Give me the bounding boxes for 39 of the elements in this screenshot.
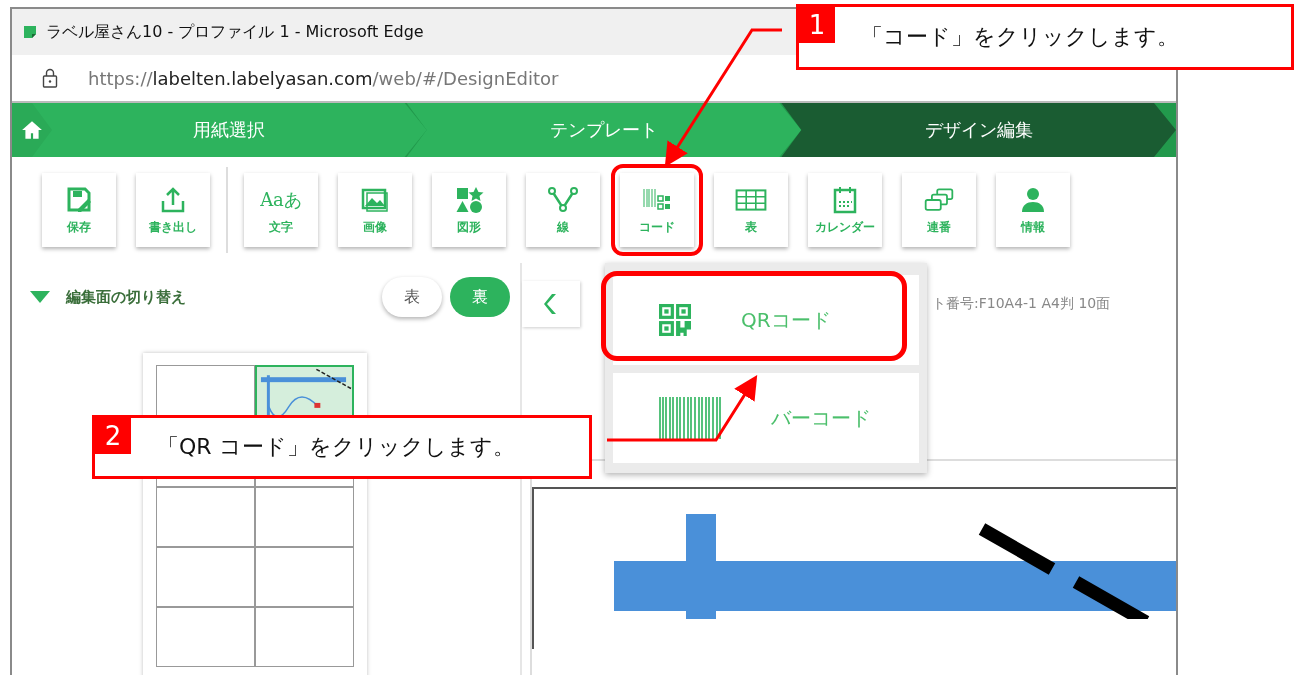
toolbar-button[interactable]: 情報	[996, 173, 1070, 247]
side-toggle[interactable]: 裏	[450, 277, 510, 317]
step-number: 2	[95, 418, 131, 454]
url-text: https://labelten.labelyasan.com/web/#/DesignEditor	[88, 67, 559, 89]
label-cell[interactable]	[255, 607, 354, 667]
toolbar-button[interactable]: Aaあ 文字	[244, 173, 318, 247]
panel-title: 編集面の切り替え	[66, 287, 187, 307]
window-title: ラベル屋さん10 - プロファイル 1 - Microsoft Edge	[46, 21, 424, 43]
label-cell[interactable]	[156, 487, 255, 547]
menu-item[interactable]: バーコード	[613, 373, 919, 463]
wizard-step[interactable]: テンプレート	[406, 103, 802, 157]
toolbar-button[interactable]: 線	[526, 173, 600, 247]
lock-icon	[42, 68, 58, 88]
toolbar-button[interactable]: 保存	[42, 173, 116, 247]
toolbar-button[interactable]: 連番	[902, 173, 976, 247]
wizard-step[interactable]: 用紙選択	[32, 103, 427, 157]
step-number: 1	[799, 7, 835, 43]
wizard-step[interactable]: デザイン編集	[781, 103, 1176, 157]
label-cell[interactable]	[255, 487, 354, 547]
app-logo-icon	[22, 24, 38, 40]
barcode-icon	[659, 397, 721, 439]
collapse-panel-button[interactable]	[522, 281, 580, 327]
curve-icon	[547, 184, 579, 215]
toolbar-button[interactable]: 図形	[432, 173, 506, 247]
sheet-info-text: ト番号:F10A4-1 A4判 10面	[932, 295, 1111, 313]
toolbar-button[interactable]: 表	[714, 173, 788, 247]
toolbar-button[interactable]: 画像	[338, 173, 412, 247]
toolbar-button[interactable]: 書き出し	[136, 173, 210, 247]
label-cell[interactable]	[255, 547, 354, 607]
chevron-left-icon	[544, 292, 558, 316]
toolbar-button[interactable]: カレンダー	[808, 173, 882, 247]
side-toggle[interactable]: 表	[382, 277, 442, 317]
qr-code-icon	[659, 304, 691, 336]
toolbar-button[interactable]: コード	[620, 173, 694, 247]
menu-item[interactable]: QRコード	[613, 275, 919, 365]
label-cell[interactable]	[156, 547, 255, 607]
label-cell[interactable]	[156, 607, 255, 667]
home-icon	[21, 119, 43, 141]
collapse-triangle-icon[interactable]	[30, 291, 50, 303]
